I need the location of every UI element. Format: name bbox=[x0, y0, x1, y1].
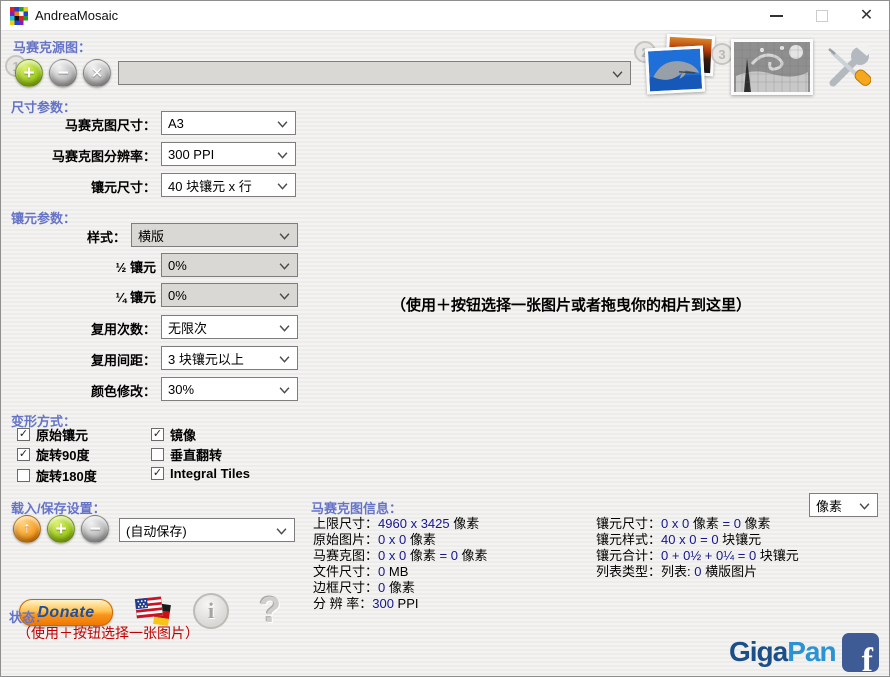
title-bar: AndreaMosaic ✕ bbox=[1, 1, 889, 31]
settings-profile-dropdown[interactable]: (自动保存) bbox=[119, 518, 295, 542]
duplication-dropdown[interactable]: 无限次 bbox=[161, 315, 298, 339]
maximize-icon bbox=[816, 10, 828, 22]
help-button[interactable]: ? bbox=[259, 589, 281, 631]
original-tiles-label: 原始镶元 bbox=[36, 425, 88, 444]
mirror-checkbox[interactable]: ✓ bbox=[151, 428, 164, 441]
tile-size-dropdown[interactable]: 40 块镶元 x 行 bbox=[161, 173, 296, 197]
save-settings-button[interactable]: + bbox=[47, 515, 75, 543]
tile-section-label: 镶元参数： bbox=[11, 208, 76, 227]
chevron-down-icon bbox=[279, 233, 290, 240]
rotate-90-label: 旋转90度 bbox=[36, 445, 89, 464]
info-section-label: 马赛克图信息： bbox=[311, 498, 402, 517]
vertical-flip-label: 垂直翻转 bbox=[170, 445, 222, 464]
rotate-90-checkbox[interactable]: ✓ bbox=[17, 448, 30, 461]
mosaic-info-left: 上限尺寸：4960 x 3425 像素 原始图片：0 x 0 像素 马赛克图：0… bbox=[313, 516, 488, 612]
chevron-down-icon bbox=[279, 293, 290, 300]
chevron-down-icon bbox=[276, 528, 287, 535]
mosaic-size-dropdown[interactable]: A3 bbox=[161, 111, 296, 135]
gigapan-logo[interactable]: GigaPan bbox=[729, 636, 836, 668]
chevron-down-icon bbox=[859, 503, 870, 510]
checkbox-row-original: ✓ 原始镶元 bbox=[17, 425, 88, 444]
chevron-down-icon bbox=[612, 71, 623, 78]
step-badge-3: 3 bbox=[711, 43, 733, 65]
spacing-dropdown[interactable]: 3 块镶元以上 bbox=[161, 346, 298, 370]
delete-settings-button[interactable]: − bbox=[81, 515, 109, 543]
checkbox-row-integral: ✓ Integral Tiles bbox=[151, 466, 250, 481]
question-mark-icon: ? bbox=[259, 589, 281, 630]
pattern-label: 样式： bbox=[1, 227, 126, 246]
mirror-label: 镜像 bbox=[170, 425, 196, 444]
source-section-label: 马赛克源图： bbox=[13, 37, 91, 56]
minimize-icon bbox=[770, 15, 783, 17]
status-message: （使用＋按钮选择一张图片） bbox=[17, 623, 199, 643]
quarter-tile-dropdown[interactable]: 0% bbox=[161, 283, 298, 307]
integral-tiles-checkbox[interactable]: ✓ bbox=[151, 467, 164, 480]
minimize-button[interactable] bbox=[754, 1, 799, 30]
maximize-button[interactable] bbox=[799, 1, 844, 30]
checkbox-row-vflip: 垂直翻转 bbox=[151, 445, 222, 464]
rotate-180-label: 旋转180度 bbox=[36, 466, 97, 485]
dolphin-photo-icon bbox=[645, 46, 705, 95]
up-arrow-icon: ↑ bbox=[23, 521, 31, 537]
app-mosaic-icon bbox=[10, 7, 28, 25]
chevron-down-icon bbox=[279, 387, 290, 394]
close-button[interactable]: ✕ bbox=[844, 1, 889, 30]
chevron-down-icon bbox=[277, 121, 288, 128]
info-icon: i bbox=[208, 598, 214, 624]
mosaic-size-label: 马赛克图尺寸： bbox=[1, 115, 156, 134]
checkbox-row-mirror: ✓ 镜像 bbox=[151, 425, 196, 444]
mosaic-resolution-label: 马赛克图分辨率： bbox=[1, 146, 156, 165]
spacing-label: 复用间距： bbox=[1, 350, 156, 369]
mosaic-resolution-dropdown[interactable]: 300 PPI bbox=[161, 142, 296, 166]
minus-icon: − bbox=[89, 520, 100, 539]
plus-icon: + bbox=[23, 64, 34, 83]
integral-tiles-label: Integral Tiles bbox=[170, 466, 250, 481]
rotate-180-checkbox[interactable] bbox=[17, 469, 30, 482]
tile-images-thumbnail[interactable] bbox=[646, 35, 714, 93]
chevron-down-icon bbox=[279, 325, 290, 332]
size-section-label: 尺寸参数： bbox=[11, 97, 76, 116]
load-settings-button[interactable]: ↑ bbox=[13, 515, 41, 543]
add-source-button[interactable]: + bbox=[15, 59, 43, 87]
tile-size-label: 镶元尺寸： bbox=[1, 177, 156, 196]
duplication-label: 复用次数： bbox=[1, 319, 156, 338]
mosaic-info-right: 镶元尺寸：0 x 0 像素 = 0 像素 镶元样式：40 x 0 = 0 块镶元… bbox=[596, 516, 799, 580]
pattern-dropdown[interactable]: 横版 bbox=[131, 223, 298, 247]
facebook-icon[interactable]: f bbox=[842, 633, 879, 672]
quarter-tile-label: ¼ 镶元 bbox=[1, 287, 156, 306]
source-image-dropdown[interactable] bbox=[118, 61, 631, 85]
window-title: AndreaMosaic bbox=[35, 8, 118, 23]
drop-area-hint: （使用＋按钮选择一张图片或者拖曳你的相片到这里） bbox=[301, 294, 841, 315]
andreamosaic-window: AndreaMosaic ✕ 马赛克源图： 1 + − ✕ 2 bbox=[0, 0, 890, 677]
chevron-down-icon bbox=[279, 263, 290, 270]
checkbox-row-rotate180: 旋转180度 bbox=[17, 466, 97, 485]
clear-source-button[interactable]: ✕ bbox=[83, 59, 111, 87]
unit-dropdown[interactable]: 像素 bbox=[809, 493, 878, 517]
chevron-down-icon bbox=[277, 152, 288, 159]
minus-icon: − bbox=[57, 64, 68, 83]
plus-icon: + bbox=[55, 520, 66, 539]
remove-source-button[interactable]: − bbox=[49, 59, 77, 87]
vertical-flip-checkbox[interactable] bbox=[151, 448, 164, 461]
advanced-options-wrench-icon[interactable] bbox=[825, 45, 871, 89]
original-tiles-checkbox[interactable]: ✓ bbox=[17, 428, 30, 441]
mosaic-preview-thumbnail[interactable] bbox=[731, 39, 813, 95]
half-tile-label: ½ 镶元 bbox=[1, 257, 156, 276]
color-change-dropdown[interactable]: 30% bbox=[161, 377, 298, 401]
color-change-label: 颜色修改： bbox=[1, 381, 156, 400]
half-tile-dropdown[interactable]: 0% bbox=[161, 253, 298, 277]
chevron-down-icon bbox=[279, 356, 290, 363]
checkbox-row-rotate90: ✓ 旋转90度 bbox=[17, 445, 89, 464]
chevron-down-icon bbox=[277, 183, 288, 190]
main-panel: 马赛克源图： 1 + − ✕ 2 3 bbox=[1, 31, 889, 676]
x-icon: ✕ bbox=[91, 66, 104, 81]
close-icon: ✕ bbox=[860, 8, 873, 24]
